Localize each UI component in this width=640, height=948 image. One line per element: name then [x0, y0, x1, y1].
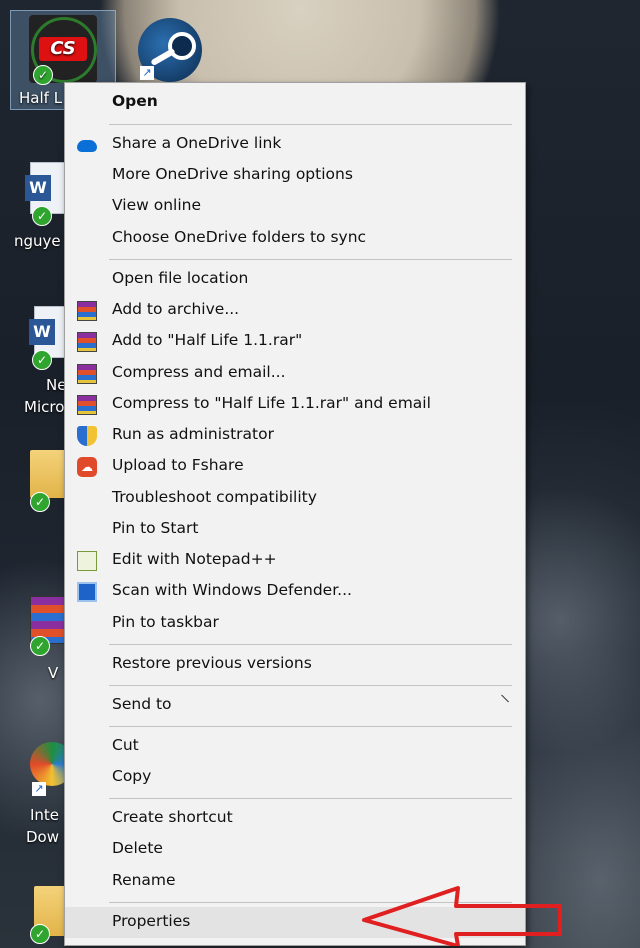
context-menu: Open Share a OneDrive link More OneDrive…: [64, 82, 526, 946]
menu-item-view-online[interactable]: View online: [65, 191, 525, 222]
menu-item-open[interactable]: Open: [65, 87, 525, 118]
menu-item-send-to[interactable]: Send to: [65, 690, 525, 721]
sync-check-icon: ✓: [33, 65, 53, 85]
menu-item-choose-onedrive-folders[interactable]: Choose OneDrive folders to sync: [65, 223, 525, 254]
menu-item-scan-with-defender[interactable]: Scan with Windows Defender...: [65, 576, 525, 607]
red-annotation-arrow: [362, 886, 562, 946]
notepad-plus-plus-icon: [77, 551, 97, 571]
menu-separator: [109, 798, 512, 799]
sync-check-icon: ✓: [30, 492, 50, 512]
menu-item-create-shortcut[interactable]: Create shortcut: [65, 803, 525, 834]
desktop-icon-label: V: [48, 664, 59, 682]
sync-check-icon: ✓: [30, 924, 50, 944]
menu-separator: [109, 259, 512, 260]
menu-item-pin-to-taskbar[interactable]: Pin to taskbar: [65, 608, 525, 639]
menu-item-add-to-archive[interactable]: Add to archive...: [65, 295, 525, 326]
menu-item-pin-to-start[interactable]: Pin to Start: [65, 514, 525, 545]
shortcut-arrow-icon: ↗: [140, 66, 154, 80]
winrar-icon: [77, 395, 97, 415]
menu-separator: [109, 685, 512, 686]
windows-defender-icon: [77, 582, 97, 602]
shortcut-arrow-icon: ↗: [32, 782, 46, 796]
uac-shield-icon: [77, 426, 97, 446]
desktop-icon-label: Inte: [30, 806, 60, 824]
menu-item-troubleshoot-compatibility[interactable]: Troubleshoot compatibility: [65, 483, 525, 514]
menu-separator: [109, 124, 512, 125]
menu-item-delete[interactable]: Delete: [65, 834, 525, 865]
menu-item-open-file-location[interactable]: Open file location: [65, 264, 525, 295]
winrar-icon: [77, 332, 97, 352]
sync-check-icon: ✓: [32, 206, 52, 226]
winrar-icon: [77, 301, 97, 321]
onedrive-cloud-icon: [77, 140, 97, 152]
desktop-icon-label: Micro: [24, 398, 65, 416]
menu-item-add-to-rar[interactable]: Add to "Half Life 1.1.rar": [65, 326, 525, 357]
menu-item-restore-previous-versions[interactable]: Restore previous versions: [65, 649, 525, 680]
desktop-icon-label: Dow: [26, 828, 59, 846]
menu-item-share-onedrive-link[interactable]: Share a OneDrive link: [65, 129, 525, 160]
menu-item-copy[interactable]: Copy: [65, 762, 525, 793]
sync-check-icon: ✓: [30, 636, 50, 656]
desktop-icon-label: Half L: [19, 89, 63, 107]
fshare-cloud-icon: ☁: [77, 457, 97, 477]
sync-check-icon: ✓: [32, 350, 52, 370]
menu-item-edit-with-notepad[interactable]: Edit with Notepad++: [65, 545, 525, 576]
menu-item-compress-to-rar-and-email[interactable]: Compress to "Half Life 1.1.rar" and emai…: [65, 389, 525, 420]
menu-item-run-as-administrator[interactable]: Run as administrator: [65, 420, 525, 451]
menu-item-upload-to-fshare[interactable]: ☁ Upload to Fshare: [65, 451, 525, 482]
menu-item-compress-and-email[interactable]: Compress and email...: [65, 358, 525, 389]
menu-separator: [109, 644, 512, 645]
menu-item-cut[interactable]: Cut: [65, 731, 525, 762]
submenu-chevron-icon: [494, 694, 509, 710]
desktop-icon-label: nguye: [14, 232, 61, 250]
winrar-icon: [77, 364, 97, 384]
menu-item-more-onedrive-options[interactable]: More OneDrive sharing options: [65, 160, 525, 191]
menu-separator: [109, 726, 512, 727]
